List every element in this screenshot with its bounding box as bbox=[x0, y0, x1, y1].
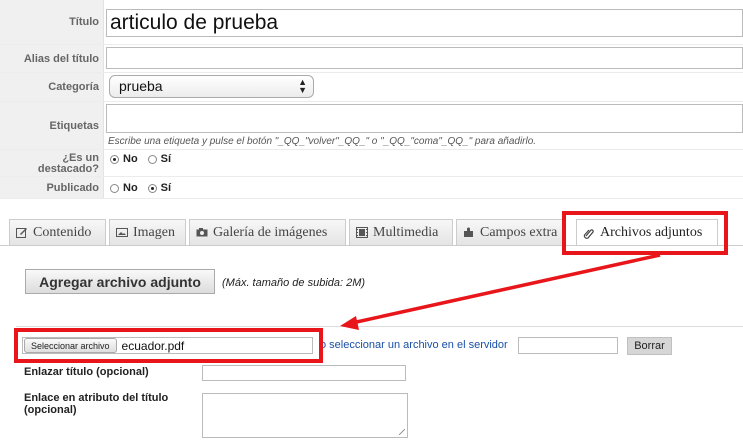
title-attribute-textarea[interactable] bbox=[202, 393, 408, 438]
link-title-label: Enlazar título (opcional) bbox=[24, 366, 149, 378]
arrow-line bbox=[351, 253, 661, 325]
arrow-head-icon bbox=[340, 316, 359, 330]
resize-grip-icon[interactable] bbox=[399, 429, 405, 435]
title-attribute-label: Enlace en atributo del título (opcional) bbox=[24, 392, 169, 416]
link-title-input[interactable] bbox=[202, 365, 406, 381]
